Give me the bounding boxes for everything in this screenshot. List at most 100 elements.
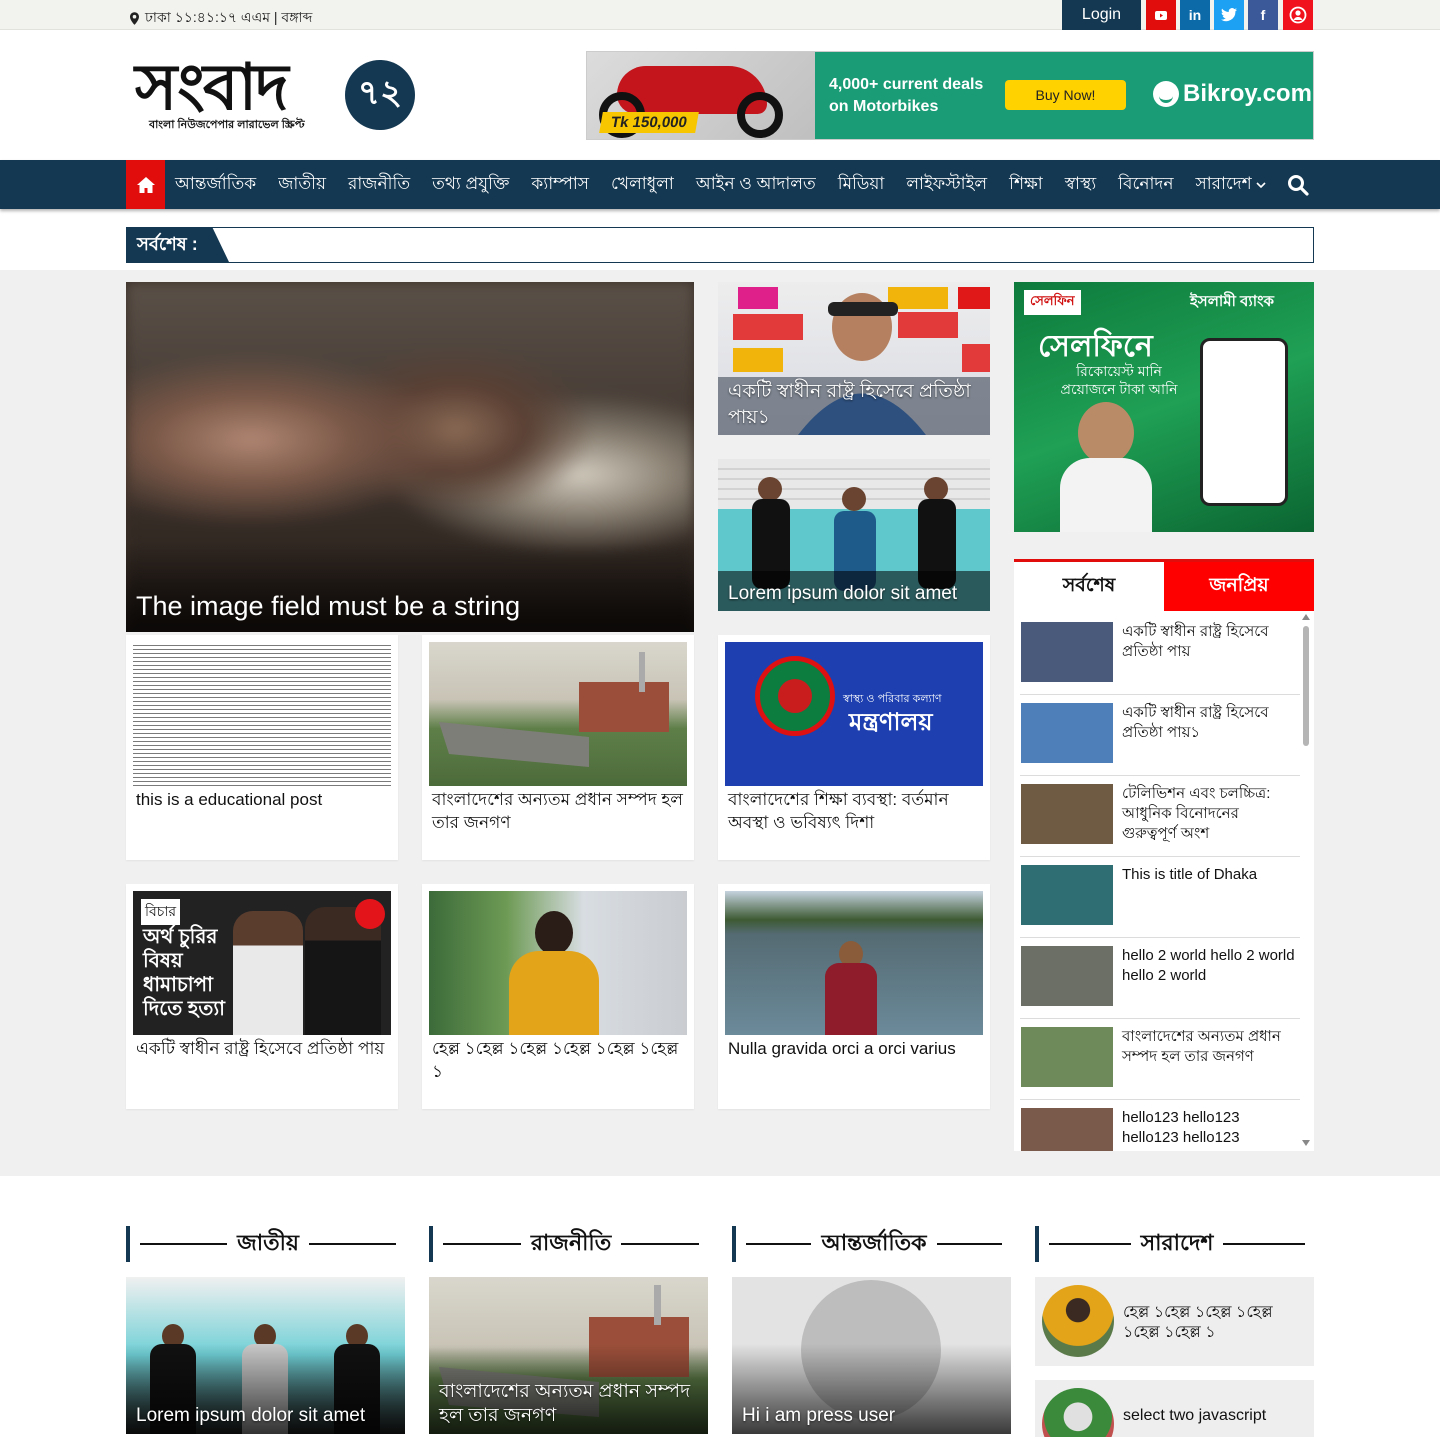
news-card[interactable]: বিচার অর্থ চুরির বিষয় ধামাচাপা দিতে হত্… <box>126 884 398 1109</box>
round-list-item[interactable]: হেল্ল ১হেল্ল ১হেল্ল ১হেল্ল ১হেল্ল ১হেল্ল… <box>1035 1277 1314 1366</box>
nav-item[interactable]: খেলাধুলা <box>611 171 674 199</box>
section-lead-title[interactable]: Lorem ipsum dolor sit amet <box>136 1404 395 1428</box>
latest-popular-panel: সর্বশেষ জনপ্রিয় একটি স্বাধীন রাষ্ট্র হি… <box>1014 559 1314 1151</box>
tab-popular[interactable]: জনপ্রিয় <box>1164 562 1314 611</box>
section-lead-story[interactable]: Lorem ipsum dolor sit amet <box>126 1277 405 1434</box>
breaking-label: সর্বশেষ : <box>127 228 229 262</box>
nav-item[interactable]: বিনোদন <box>1118 171 1173 199</box>
logo-tagline: বাংলা নিউজপেপার লারাভেল স্ক্রিপ্ট <box>149 119 305 131</box>
scroll-down-icon[interactable] <box>1302 1140 1310 1146</box>
news-card[interactable]: Nulla gravida orci a orci varius <box>718 884 990 1109</box>
nav-item[interactable]: ক্যাম্পাস <box>531 171 589 199</box>
facebook-icon[interactable]: f <box>1248 0 1278 30</box>
section-heading[interactable]: সারাদেশ <box>1035 1226 1315 1262</box>
deal-text: 4,000+ current deals on Motorbikes <box>829 74 983 118</box>
sidebar-ad[interactable]: সেলফিন ইসলামী ব্যাংক সেলফিনে রিকোয়েস্ট … <box>1014 282 1314 532</box>
nav-item[interactable]: লাইফস্টাইল <box>906 171 987 199</box>
news-card[interactable]: বাংলাদেশের অন্যতম প্রধান সম্পদ হল তার জন… <box>422 635 694 860</box>
list-item[interactable]: বাংলাদেশের অন্যতম প্রধান সম্পদ হল তার জন… <box>1020 1019 1300 1100</box>
section-heading-label[interactable]: রাজনীতি <box>531 1226 611 1263</box>
list-item[interactable]: একটি স্বাধীন রাষ্ট্র হিসেবে প্রতিষ্ঠা পা… <box>1020 695 1300 776</box>
scroll-up-icon[interactable] <box>1302 614 1310 620</box>
nav-item[interactable]: তথ্য প্রযুক্তি <box>432 171 509 199</box>
nav-item-label: সারাদেশ <box>1195 173 1252 193</box>
section-lead-title[interactable]: Hi i am press user <box>742 1404 1001 1428</box>
list-item-title[interactable]: hello123 hello123 hello123 hello123 <box>1122 1108 1296 1148</box>
smile-icon <box>1153 81 1179 107</box>
news-card-title[interactable]: বাংলাদেশের অন্যতম প্রধান সম্পদ হল তার জন… <box>432 788 684 834</box>
list-item-title[interactable]: This is title of Dhaka <box>1122 865 1296 885</box>
twitter-icon[interactable] <box>1214 0 1244 30</box>
pathao-logo-icon <box>355 899 385 929</box>
user-icon[interactable] <box>1283 0 1313 30</box>
list-scrollbar[interactable] <box>1300 612 1312 1148</box>
nav-item[interactable]: স্বাস্থ্য <box>1065 171 1096 199</box>
lead-story[interactable]: The image field must be a string <box>126 282 694 632</box>
login-button[interactable]: Login <box>1062 0 1141 30</box>
ad-bank: ইসলামী ব্যাংক <box>1190 293 1275 310</box>
section-heading[interactable]: আন্তর্জাতিক <box>732 1226 1012 1262</box>
logo-number: ৭২ <box>345 60 415 130</box>
list-thumbnail <box>1021 703 1113 763</box>
youtube-icon[interactable] <box>1146 0 1176 30</box>
section-heading-label[interactable]: আন্তর্জাতিক <box>821 1226 926 1263</box>
nav-item[interactable]: রাজনীতি <box>348 171 410 199</box>
list-item-title[interactable]: টেলিভিশন এবং চলচ্চিত্র: আধুনিক বিনোদনের … <box>1122 784 1296 844</box>
list-thumbnail <box>1021 1108 1113 1151</box>
news-card-title[interactable]: Nulla gravida orci a orci varius <box>728 1037 980 1060</box>
linkedin-icon[interactable]: in <box>1180 0 1210 30</box>
list-item[interactable]: টেলিভিশন এবং চলচ্চিত্র: আধুনিক বিনোদনের … <box>1020 776 1300 857</box>
section-lead-story[interactable]: বাংলাদেশের অন্যতম প্রধান সম্পদ হল তার জন… <box>429 1277 708 1434</box>
nav-item-dropdown[interactable]: সারাদেশ <box>1195 171 1266 199</box>
list-item-title[interactable]: একটি স্বাধীন রাষ্ট্র হিসেবে প্রতিষ্ঠা পা… <box>1122 622 1296 662</box>
search-icon[interactable] <box>1287 174 1309 196</box>
scroll-thumb[interactable] <box>1303 626 1309 746</box>
section-heading-label[interactable]: জাতীয় <box>237 1226 299 1263</box>
home-button[interactable] <box>126 160 165 209</box>
deal-line-1: 4,000+ current deals <box>829 76 984 93</box>
buy-now-button[interactable]: Buy Now! <box>1005 80 1126 110</box>
list-item-title[interactable]: hello 2 world hello 2 world hello 2 worl… <box>1122 946 1296 986</box>
side-story-title[interactable]: একটি স্বাধীন রাষ্ট্র হিসেবে প্রতিষ্ঠা পা… <box>728 379 980 431</box>
section-heading-label[interactable]: সারাদেশ <box>1141 1226 1214 1263</box>
nav-item[interactable]: শিক্ষা <box>1009 171 1043 199</box>
bikroy-brand: Bikroy.com <box>1183 80 1312 107</box>
tab-latest[interactable]: সর্বশেষ <box>1014 562 1164 611</box>
latest-list: একটি স্বাধীন রাষ্ট্র হিসেবে প্রতিষ্ঠা পা… <box>1014 614 1300 1151</box>
news-card-title[interactable]: হেল্ল ১হেল্ল ১হেল্ল ১হেল্ল ১হেল্ল ১হেল্ল… <box>432 1037 684 1083</box>
nav-item[interactable]: মিডিয়া <box>838 171 885 199</box>
ad-person-image <box>1060 402 1152 532</box>
news-card[interactable]: স্বাস্থ্য ও পরিবার কল্যাণ মন্ত্রণালয় বা… <box>718 635 990 860</box>
news-card-title[interactable]: একটি স্বাধীন রাষ্ট্র হিসেবে প্রতিষ্ঠা পা… <box>136 1037 388 1060</box>
section-heading[interactable]: রাজনীতি <box>429 1226 709 1262</box>
round-list-item[interactable]: select two javascript <box>1035 1380 1314 1437</box>
news-card[interactable]: this is a educational post <box>126 635 398 860</box>
site-logo[interactable]: সংবাদ ৭২ বাংলা নিউজপেপার লারাভেল স্ক্রিপ… <box>135 52 420 134</box>
news-card[interactable]: হেল্ল ১হেল্ল ১হেল্ল ১হেল্ল ১হেল্ল ১হেল্ল… <box>422 884 694 1109</box>
list-item-title[interactable]: একটি স্বাধীন রাষ্ট্র হিসেবে প্রতিষ্ঠা পা… <box>1122 703 1296 743</box>
side-story-title[interactable]: Lorem ipsum dolor sit amet <box>728 581 980 607</box>
ad-subtext: রিকোয়েস্ট মানি প্রয়োজনে টাকা আনি <box>1060 363 1178 397</box>
nav-item[interactable]: আন্তর্জাতিক <box>175 171 256 199</box>
news-card-title[interactable]: বাংলাদেশের শিক্ষা ব্যবস্থা: বর্তমান অবস্… <box>728 788 980 834</box>
news-card-title[interactable]: this is a educational post <box>136 788 388 811</box>
list-item-title[interactable]: বাংলাদেশের অন্যতম প্রধান সম্পদ হল তার জন… <box>1122 1027 1296 1067</box>
list-item[interactable]: hello 2 world hello 2 world hello 2 worl… <box>1020 938 1300 1019</box>
side-story[interactable]: Lorem ipsum dolor sit amet <box>718 459 990 611</box>
phone-image <box>1200 338 1288 506</box>
side-story[interactable]: একটি স্বাধীন রাষ্ট্র হিসেবে প্রতিষ্ঠা পা… <box>718 282 990 435</box>
nav-item[interactable]: আইন ও আদালত <box>696 171 816 199</box>
header-ad-banner[interactable]: Tk 150,000 4,000+ current deals on Motor… <box>586 51 1314 140</box>
round-item-title[interactable]: select two javascript <box>1123 1406 1306 1426</box>
section-heading[interactable]: জাতীয় <box>126 1226 406 1262</box>
lead-title[interactable]: The image field must be a string <box>136 591 520 622</box>
list-thumbnail <box>1021 946 1113 1006</box>
list-item[interactable]: This is title of Dhaka <box>1020 857 1300 938</box>
nav-item[interactable]: জাতীয় <box>278 171 326 199</box>
list-thumbnail <box>1021 784 1113 844</box>
list-item[interactable]: একটি স্বাধীন রাষ্ট্র হিসেবে প্রতিষ্ঠা পা… <box>1020 614 1300 695</box>
list-item[interactable]: hello123 hello123 hello123 hello123 <box>1020 1100 1300 1151</box>
section-lead-story[interactable]: Hi i am press user <box>732 1277 1011 1434</box>
round-item-title[interactable]: হেল্ল ১হেল্ল ১হেল্ল ১হেল্ল ১হেল্ল ১হেল্ল… <box>1123 1303 1306 1343</box>
section-lead-title[interactable]: বাংলাদেশের অন্যতম প্রধান সম্পদ হল তার জন… <box>439 1380 698 1428</box>
